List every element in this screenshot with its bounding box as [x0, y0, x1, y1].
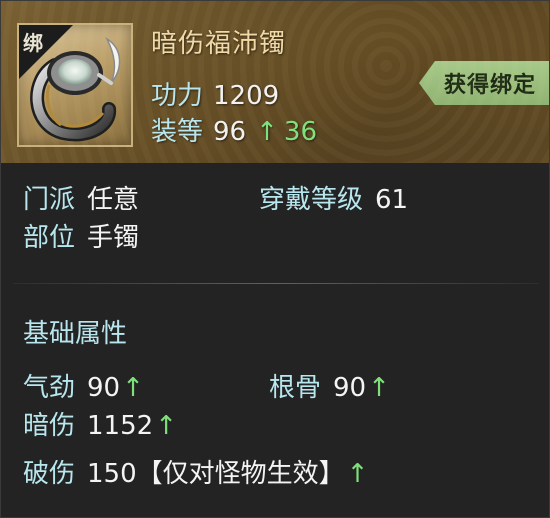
up-arrow-icon: ↑: [256, 117, 278, 147]
attribute-value: 90: [333, 373, 367, 403]
slot-value: 手镯: [87, 223, 140, 253]
power-value: 1209: [213, 81, 280, 111]
attribute-value: 90: [87, 373, 121, 403]
attribute-value: 1152: [87, 411, 154, 441]
slot-row: 部位 手镯: [23, 217, 139, 254]
break-attribute-label: 破伤: [14, 453, 75, 490]
item-tooltip: 绑 暗伤福沛镯 功力 1209 装等 96 ↑ 36 获得绑定 门派 任意 穿戴…: [0, 0, 550, 518]
section-divider: [13, 283, 539, 284]
tooltip-header: 绑 暗伤福沛镯 功力 1209 装等 96 ↑ 36 获得绑定: [1, 1, 549, 163]
item-icon-slot[interactable]: 绑: [17, 23, 133, 147]
attribute-row: 暗伤 1152↑: [23, 405, 177, 442]
break-attribute-value: 150: [87, 459, 137, 489]
attribute-label: 气劲: [23, 373, 76, 403]
item-name: 暗伤福沛镯: [151, 29, 287, 59]
wear-level-label: 穿戴等级: [259, 185, 364, 215]
school-row: 门派 任意: [23, 179, 139, 216]
wear-level-row: 穿戴等级 61: [259, 179, 408, 216]
school-label: 门派: [23, 185, 76, 215]
bind-corner-label: 绑: [23, 31, 43, 55]
up-arrow-icon: ↑: [368, 373, 390, 403]
attribute-row: 气劲 90↑: [23, 367, 144, 404]
break-attribute-note: 【仅对怪物生效】: [136, 459, 345, 489]
slot-label: 部位: [23, 223, 76, 253]
up-arrow-icon: ↑: [122, 373, 144, 403]
up-arrow-icon: ↑: [346, 459, 369, 489]
gear-score-value: 96: [213, 117, 247, 147]
school-value: 任意: [87, 185, 140, 215]
attribute-label: 暗伤: [23, 411, 76, 441]
base-attributes-title: 基础属性: [23, 319, 128, 349]
break-attribute-row: 破伤 150【仅对怪物生效】↑: [14, 453, 369, 490]
up-arrow-icon: ↑: [155, 411, 177, 441]
power-label: 功力: [151, 81, 204, 111]
wear-level-value: 61: [375, 185, 409, 215]
gear-score-row: 装等 96 ↑ 36: [151, 111, 317, 148]
bound-status-tag: 获得绑定: [419, 61, 549, 105]
gear-score-increase: 36: [283, 117, 317, 147]
gear-score-label: 装等: [151, 117, 204, 147]
attribute-row: 根骨 90↑: [269, 367, 390, 404]
attribute-label: 根骨: [269, 373, 322, 403]
power-row: 功力 1209: [151, 75, 279, 112]
